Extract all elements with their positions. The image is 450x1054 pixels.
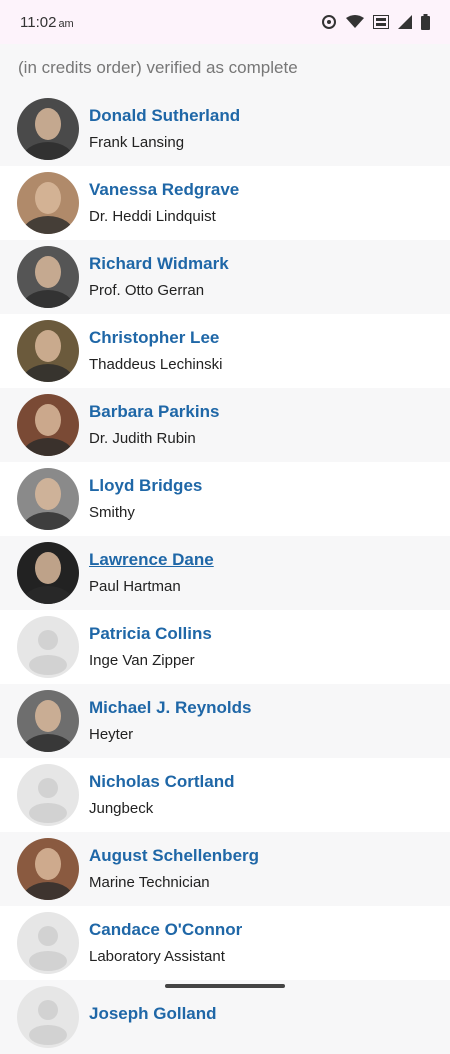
- actor-name-link[interactable]: Richard Widmark: [89, 253, 229, 275]
- status-bar: 11:02 am: [0, 0, 450, 44]
- cast-row[interactable]: Lloyd Bridges Smithy: [0, 462, 450, 536]
- battery-icon: [421, 14, 430, 30]
- actor-name-link[interactable]: Christopher Lee: [89, 327, 222, 349]
- status-icons: [321, 14, 430, 30]
- status-ampm: am: [58, 17, 74, 30]
- actor-photo: [17, 468, 79, 530]
- cast-row[interactable]: Candace O'Connor Laboratory Assistant: [0, 906, 450, 980]
- signal-icon: [398, 15, 412, 29]
- cast-row[interactable]: Richard Widmark Prof. Otto Gerran: [0, 240, 450, 314]
- cast-text: Michael J. Reynolds Heyter: [89, 697, 252, 745]
- actor-name-link[interactable]: Patricia Collins: [89, 623, 212, 645]
- character-name: Dr. Judith Rubin: [89, 430, 196, 447]
- placeholder-avatar-icon: [17, 616, 79, 678]
- cast-row[interactable]: Joseph Golland: [0, 980, 450, 1054]
- actor-name-link[interactable]: Lloyd Bridges: [89, 475, 202, 497]
- actor-photo: [17, 320, 79, 382]
- cast-row[interactable]: Donald Sutherland Frank Lansing: [0, 92, 450, 166]
- cast-text: Joseph Golland: [89, 1003, 217, 1031]
- actor-name-link[interactable]: Candace O'Connor: [89, 919, 242, 941]
- cast-row[interactable]: Nicholas Cortland Jungbeck: [0, 758, 450, 832]
- cast-row[interactable]: Barbara Parkins Dr. Judith Rubin: [0, 388, 450, 462]
- cast-text: August Schellenberg Marine Technician: [89, 845, 259, 893]
- cast-text: Christopher Lee Thaddeus Lechinski: [89, 327, 222, 375]
- actor-photo: [17, 838, 79, 900]
- actor-photo: [17, 98, 79, 160]
- actor-photo: [17, 690, 79, 752]
- header-text: (in credits order) verified as complete: [18, 58, 298, 77]
- cast-text: Vanessa Redgrave Dr. Heddi Lindquist: [89, 179, 239, 227]
- list-header: (in credits order) verified as complete: [0, 44, 450, 92]
- placeholder-avatar-icon: [17, 764, 79, 826]
- cast-text: Patricia Collins Inge Van Zipper: [89, 623, 212, 671]
- actor-name-link[interactable]: Barbara Parkins: [89, 401, 219, 423]
- character-name: Marine Technician: [89, 874, 210, 891]
- actor-photo: [17, 394, 79, 456]
- cast-row[interactable]: Vanessa Redgrave Dr. Heddi Lindquist: [0, 166, 450, 240]
- placeholder-avatar-icon: [17, 912, 79, 974]
- location-icon: [322, 15, 336, 29]
- character-name: Dr. Heddi Lindquist: [89, 208, 216, 225]
- character-name: Inge Van Zipper: [89, 652, 195, 669]
- character-name: Prof. Otto Gerran: [89, 282, 205, 299]
- actor-name-link[interactable]: Michael J. Reynolds: [89, 697, 252, 719]
- home-indicator[interactable]: [165, 984, 285, 988]
- character-name: Smithy: [89, 504, 135, 521]
- character-name: Jungbeck: [89, 800, 154, 817]
- cast-text: Nicholas Cortland Jungbeck: [89, 771, 234, 819]
- cast-row[interactable]: Christopher Lee Thaddeus Lechinski: [0, 314, 450, 388]
- actor-name-link[interactable]: Joseph Golland: [89, 1003, 217, 1025]
- character-name: Heyter: [89, 726, 134, 743]
- cast-list: Donald Sutherland Frank Lansing Vanessa Re…: [0, 92, 450, 1054]
- character-name: Paul Hartman: [89, 578, 181, 595]
- cast-row[interactable]: Michael J. Reynolds Heyter: [0, 684, 450, 758]
- cast-row[interactable]: Lawrence Dane Paul Hartman: [0, 536, 450, 610]
- cast-row[interactable]: August Schellenberg Marine Technician: [0, 832, 450, 906]
- cast-text: Lawrence Dane Paul Hartman: [89, 549, 214, 597]
- actor-name-link[interactable]: August Schellenberg: [89, 845, 259, 867]
- actor-name-link[interactable]: Vanessa Redgrave: [89, 179, 239, 201]
- character-name: Thaddeus Lechinski: [89, 356, 223, 373]
- cast-row[interactable]: Patricia Collins Inge Van Zipper: [0, 610, 450, 684]
- actor-name-link[interactable]: Donald Sutherland: [89, 105, 240, 127]
- cast-text: Donald Sutherland Frank Lansing: [89, 105, 240, 153]
- actor-name-link[interactable]: Nicholas Cortland: [89, 771, 234, 793]
- cast-text: Barbara Parkins Dr. Judith Rubin: [89, 401, 219, 449]
- character-name: Laboratory Assistant: [89, 948, 225, 965]
- actor-photo: [17, 172, 79, 234]
- actor-name-link[interactable]: Lawrence Dane: [89, 549, 214, 571]
- status-time-value: 11:02: [20, 13, 57, 31]
- volte-icon: [373, 15, 389, 29]
- actor-photo: [17, 542, 79, 604]
- cast-text: Candace O'Connor Laboratory Assistant: [89, 919, 242, 967]
- placeholder-avatar-icon: [17, 986, 79, 1048]
- character-name: Frank Lansing: [89, 134, 185, 151]
- actor-photo: [17, 246, 79, 308]
- status-time: 11:02 am: [20, 14, 74, 31]
- cast-text: Lloyd Bridges Smithy: [89, 475, 202, 523]
- cast-text: Richard Widmark Prof. Otto Gerran: [89, 253, 229, 301]
- wifi-icon: [346, 15, 364, 28]
